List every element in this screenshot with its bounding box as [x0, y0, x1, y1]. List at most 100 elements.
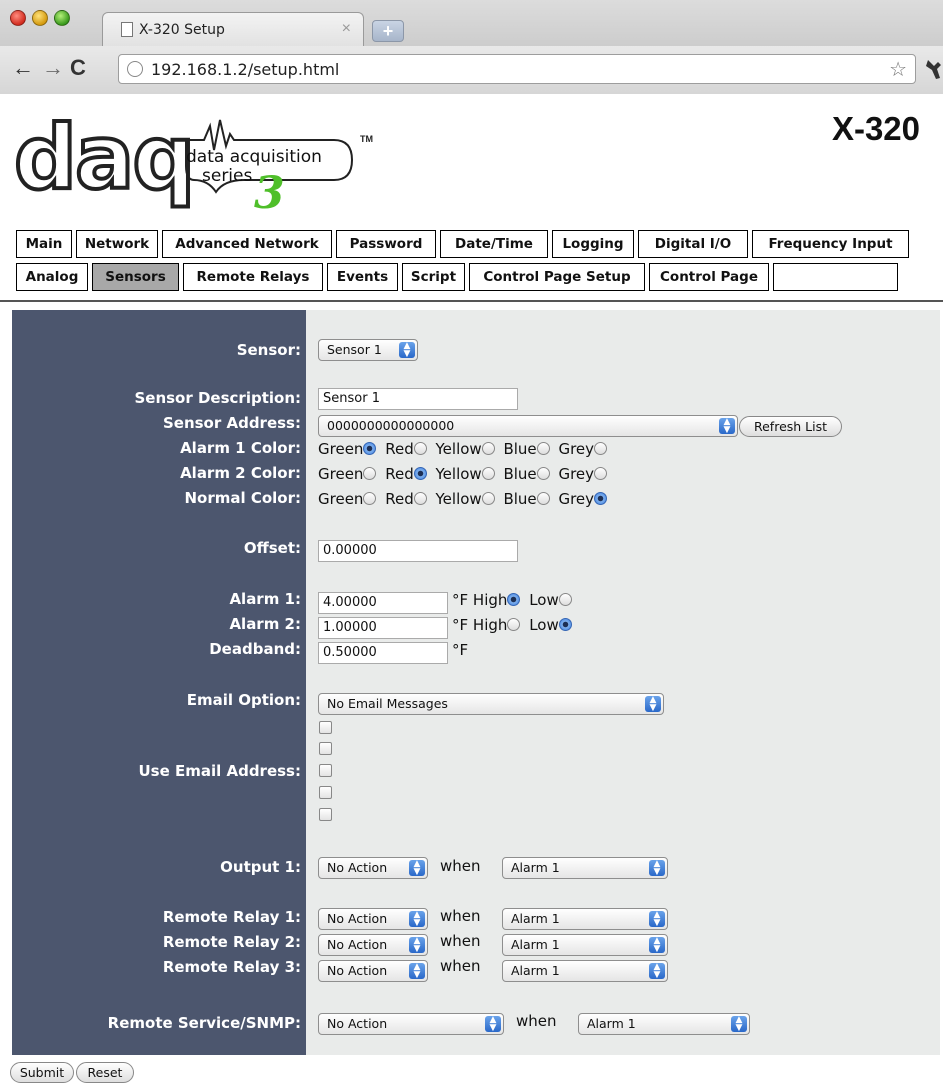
remote-service-condition-value: Alarm 1	[587, 1016, 636, 1031]
email-address-checkbox-4[interactable]	[319, 786, 332, 799]
alarm1-color-yellow-radio[interactable]	[481, 442, 495, 455]
alarm1-color-green-radio[interactable]	[363, 442, 377, 455]
tab-main[interactable]: Main	[16, 230, 72, 258]
logo-tagline-1: data acquisition	[186, 147, 322, 167]
alarm2-high-radio[interactable]	[507, 618, 521, 631]
alarm2-low-radio[interactable]	[558, 618, 572, 631]
remote-relay2-condition-select[interactable]: Alarm 1 ▲ ▼	[502, 934, 668, 956]
offset-input[interactable]: 0.00000	[318, 540, 518, 562]
normal-color-green-radio[interactable]	[363, 492, 377, 505]
url-text[interactable]: 192.168.1.2/setup.html	[151, 60, 339, 79]
submit-button[interactable]: Submit	[10, 1062, 74, 1083]
reset-button[interactable]: Reset	[76, 1062, 134, 1083]
output1-condition-select[interactable]: Alarm 1 ▲ ▼	[502, 857, 668, 879]
remote-relay1-action-select[interactable]: No Action ▲ ▼	[318, 908, 428, 930]
color-option-label: Blue	[503, 490, 537, 508]
minimize-window-button[interactable]	[32, 10, 48, 26]
alarm2-color-blue-radio[interactable]	[536, 467, 550, 480]
email-option-select[interactable]: No Email Messages ▲ ▼	[318, 693, 664, 715]
forward-arrow-icon[interactable]: →	[42, 56, 64, 80]
alarm1-high-radio[interactable]	[507, 593, 521, 606]
email-option-label: Email Option:	[186, 691, 301, 709]
zoom-window-button[interactable]	[54, 10, 70, 26]
wrench-icon[interactable]	[924, 58, 942, 86]
close-window-button[interactable]	[10, 10, 26, 26]
select-arrows-icon: ▲ ▼	[649, 963, 665, 980]
offset-label: Offset:	[243, 539, 301, 557]
tab-sensors[interactable]: Sensors	[92, 263, 179, 291]
tab-script[interactable]: Script	[402, 263, 465, 291]
deadband-unit: °F	[452, 641, 469, 659]
browser-chrome: X-320 Setup × + ← → C 192.168.1.2/setup.…	[0, 0, 943, 94]
select-arrows-icon: ▲ ▼	[409, 963, 425, 980]
refresh-list-button[interactable]: Refresh List	[739, 416, 842, 437]
normal-color-grey-radio[interactable]	[594, 492, 608, 505]
color-option-label: Grey	[558, 440, 595, 458]
alarm2-color-grey-radio[interactable]	[594, 467, 608, 480]
back-arrow-icon[interactable]: ←	[12, 56, 34, 80]
select-arrows-icon: ▲ ▼	[649, 937, 665, 954]
sensor-description-input[interactable]: Sensor 1	[318, 388, 518, 410]
color-option-label: Blue	[503, 440, 537, 458]
tab-digital-io[interactable]: Digital I/O	[638, 230, 748, 258]
email-address-checkbox-3[interactable]	[319, 764, 332, 777]
tab-network[interactable]: Network	[76, 230, 158, 258]
alarm2-color-green-radio[interactable]	[363, 467, 377, 480]
tab-password[interactable]: Password	[336, 230, 436, 258]
tab-events[interactable]: Events	[327, 263, 398, 291]
email-address-checkbox-1[interactable]	[319, 721, 332, 734]
browser-tab[interactable]: X-320 Setup ×	[102, 12, 364, 46]
remote-relay2-action-select[interactable]: No Action ▲ ▼	[318, 934, 428, 956]
remote-service-condition-select[interactable]: Alarm 1 ▲ ▼	[578, 1013, 750, 1035]
alarm1-color-radio-group: Green Red Yellow Blue Grey	[318, 440, 611, 458]
tab-remote-relays[interactable]: Remote Relays	[183, 263, 323, 291]
bookmark-star-icon[interactable]: ☆	[889, 57, 907, 82]
daq-logo: daq data acquisition series TM 3	[12, 106, 373, 220]
deadband-label: Deadband:	[209, 640, 301, 658]
address-bar[interactable]: 192.168.1.2/setup.html ☆	[118, 54, 916, 84]
deadband-input[interactable]: 0.50000	[318, 642, 448, 664]
new-tab-button[interactable]: +	[372, 20, 404, 42]
tab-logging[interactable]: Logging	[552, 230, 634, 258]
tab-control-page[interactable]: Control Page	[649, 263, 769, 291]
alarm1-color-red-radio[interactable]	[413, 442, 427, 455]
alarm1-low-radio[interactable]	[558, 593, 572, 606]
normal-color-yellow-radio[interactable]	[481, 492, 495, 505]
color-option-label: Blue	[503, 465, 537, 483]
select-arrows-icon: ▲ ▼	[731, 1016, 747, 1033]
sensor-select[interactable]: Sensor 1 ▲ ▼	[318, 339, 418, 361]
normal-color-red-radio[interactable]	[413, 492, 427, 505]
email-address-checkbox-5[interactable]	[319, 808, 332, 821]
remote-relay2-condition-value: Alarm 1	[511, 937, 560, 952]
remote-relay3-action-select[interactable]: No Action ▲ ▼	[318, 960, 428, 982]
high-option-label: High	[472, 616, 508, 634]
remote-service-action-select[interactable]: No Action ▲ ▼	[318, 1013, 504, 1035]
output1-action-select[interactable]: No Action ▲ ▼	[318, 857, 428, 879]
color-option-label: Yellow	[435, 490, 482, 508]
tab-close-icon[interactable]: ×	[342, 20, 351, 38]
alarm1-input[interactable]: 4.00000	[318, 592, 448, 614]
email-address-checkbox-2[interactable]	[319, 742, 332, 755]
tab-advanced-network[interactable]: Advanced Network	[162, 230, 332, 258]
alarm1-color-grey-radio[interactable]	[594, 442, 608, 455]
high-option-label: High	[472, 591, 508, 609]
reload-icon[interactable]: C	[70, 56, 86, 80]
label-column: Sensor: Sensor Description: Sensor Addre…	[12, 310, 306, 1055]
tab-control-page-setup[interactable]: Control Page Setup	[469, 263, 645, 291]
when-text: when	[440, 857, 481, 875]
tab-analog[interactable]: Analog	[16, 263, 88, 291]
alarm2-color-yellow-radio[interactable]	[481, 467, 495, 480]
remote-relay3-condition-select[interactable]: Alarm 1 ▲ ▼	[502, 960, 668, 982]
alarm2-input[interactable]: 1.00000	[318, 617, 448, 639]
sensor-address-select[interactable]: 0000000000000000 ▲ ▼	[318, 415, 738, 437]
remote-relay1-condition-select[interactable]: Alarm 1 ▲ ▼	[502, 908, 668, 930]
remote-relay3-label: Remote Relay 3:	[162, 958, 301, 976]
alarm2-color-red-radio[interactable]	[413, 467, 427, 480]
tab-date-time[interactable]: Date/Time	[440, 230, 548, 258]
select-arrows-icon: ▲ ▼	[399, 342, 415, 359]
nav-row-2: Analog Sensors Remote Relays Events Scri…	[16, 263, 898, 293]
alarm1-color-blue-radio[interactable]	[536, 442, 550, 455]
select-arrows-icon: ▲ ▼	[409, 860, 425, 877]
normal-color-blue-radio[interactable]	[536, 492, 550, 505]
tab-frequency-input[interactable]: Frequency Input	[752, 230, 909, 258]
